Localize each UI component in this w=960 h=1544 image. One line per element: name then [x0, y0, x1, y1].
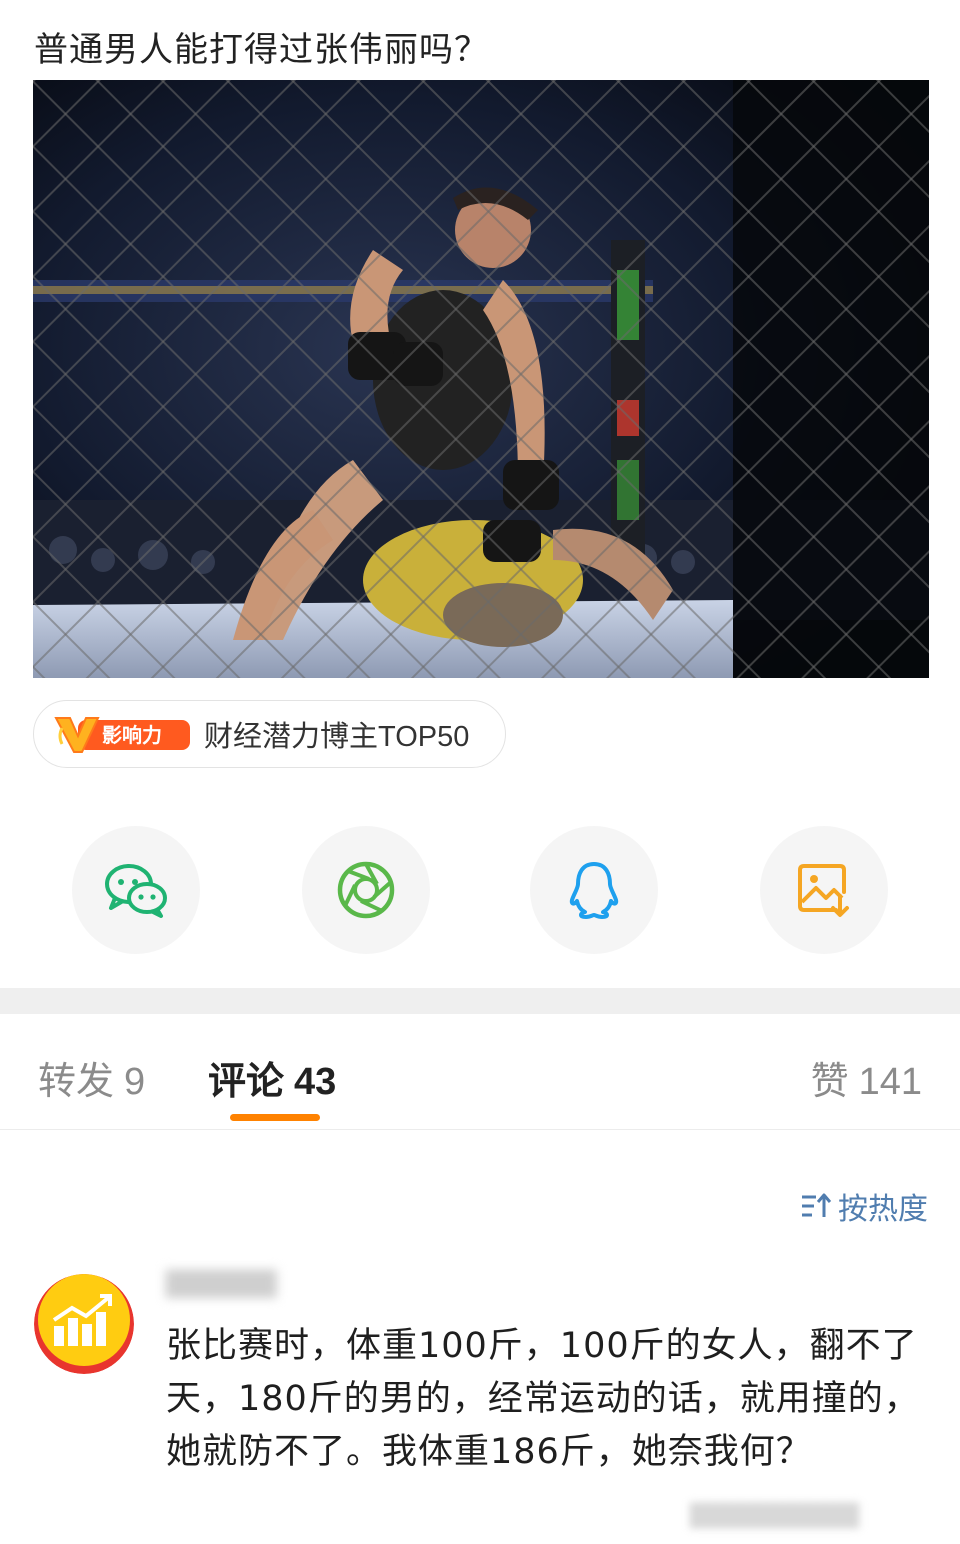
tab-repost-count: 9 [124, 1061, 146, 1103]
interaction-tabs: 转发 9 评论 43 赞 141 [0, 1014, 960, 1130]
sort-icon [802, 1193, 832, 1217]
tab-repost[interactable]: 转发 9 [38, 1050, 145, 1105]
mma-fight-image [33, 80, 929, 678]
section-divider [0, 988, 960, 1014]
tab-likes-count: 141 [858, 1061, 922, 1103]
camera-aperture-icon [337, 861, 395, 919]
badge-label: 财经潜力博主TOP50 [204, 721, 470, 753]
tab-likes[interactable]: 赞 141 [811, 1050, 922, 1105]
save-image-button[interactable] [760, 826, 888, 954]
active-tab-indicator [230, 1114, 320, 1121]
share-wechat-button[interactable] [72, 826, 200, 954]
tab-repost-label: 转发 [38, 1059, 115, 1103]
qq-penguin-icon [569, 862, 619, 919]
share-qq-button[interactable] [530, 826, 658, 954]
post-photo[interactable] [33, 80, 929, 678]
tab-comments[interactable]: 评论 43 [208, 1050, 336, 1105]
sort-toggle[interactable]: 按热度 [800, 1184, 928, 1228]
influence-logo: 影响力 [52, 714, 190, 754]
svg-text:影响力: 影响力 [102, 723, 162, 747]
watermark-blurred: ██████████ [690, 1504, 860, 1529]
sort-label: 按热度 [838, 1192, 928, 1227]
tab-comments-count: 43 [294, 1061, 337, 1103]
avatar[interactable] [34, 1274, 134, 1374]
comment-username-blurred[interactable]: ██████ [166, 1270, 296, 1298]
tab-likes-label: 赞 [810, 1059, 849, 1103]
post-title: 普通男人能打得过张伟丽吗？ [34, 30, 489, 70]
share-row [0, 826, 960, 956]
share-moments-button[interactable] [302, 826, 430, 954]
tab-comments-label: 评论 [208, 1059, 285, 1103]
comment-text: 张比赛时，体重100斤，100斤的女人，翻不了天，180斤的男的，经常运动的话，… [166, 1326, 920, 1472]
image-download-icon [798, 864, 849, 917]
wechat-icon [105, 864, 167, 918]
influence-badge[interactable]: 影响力 财经潜力博主TOP50 [33, 700, 506, 768]
